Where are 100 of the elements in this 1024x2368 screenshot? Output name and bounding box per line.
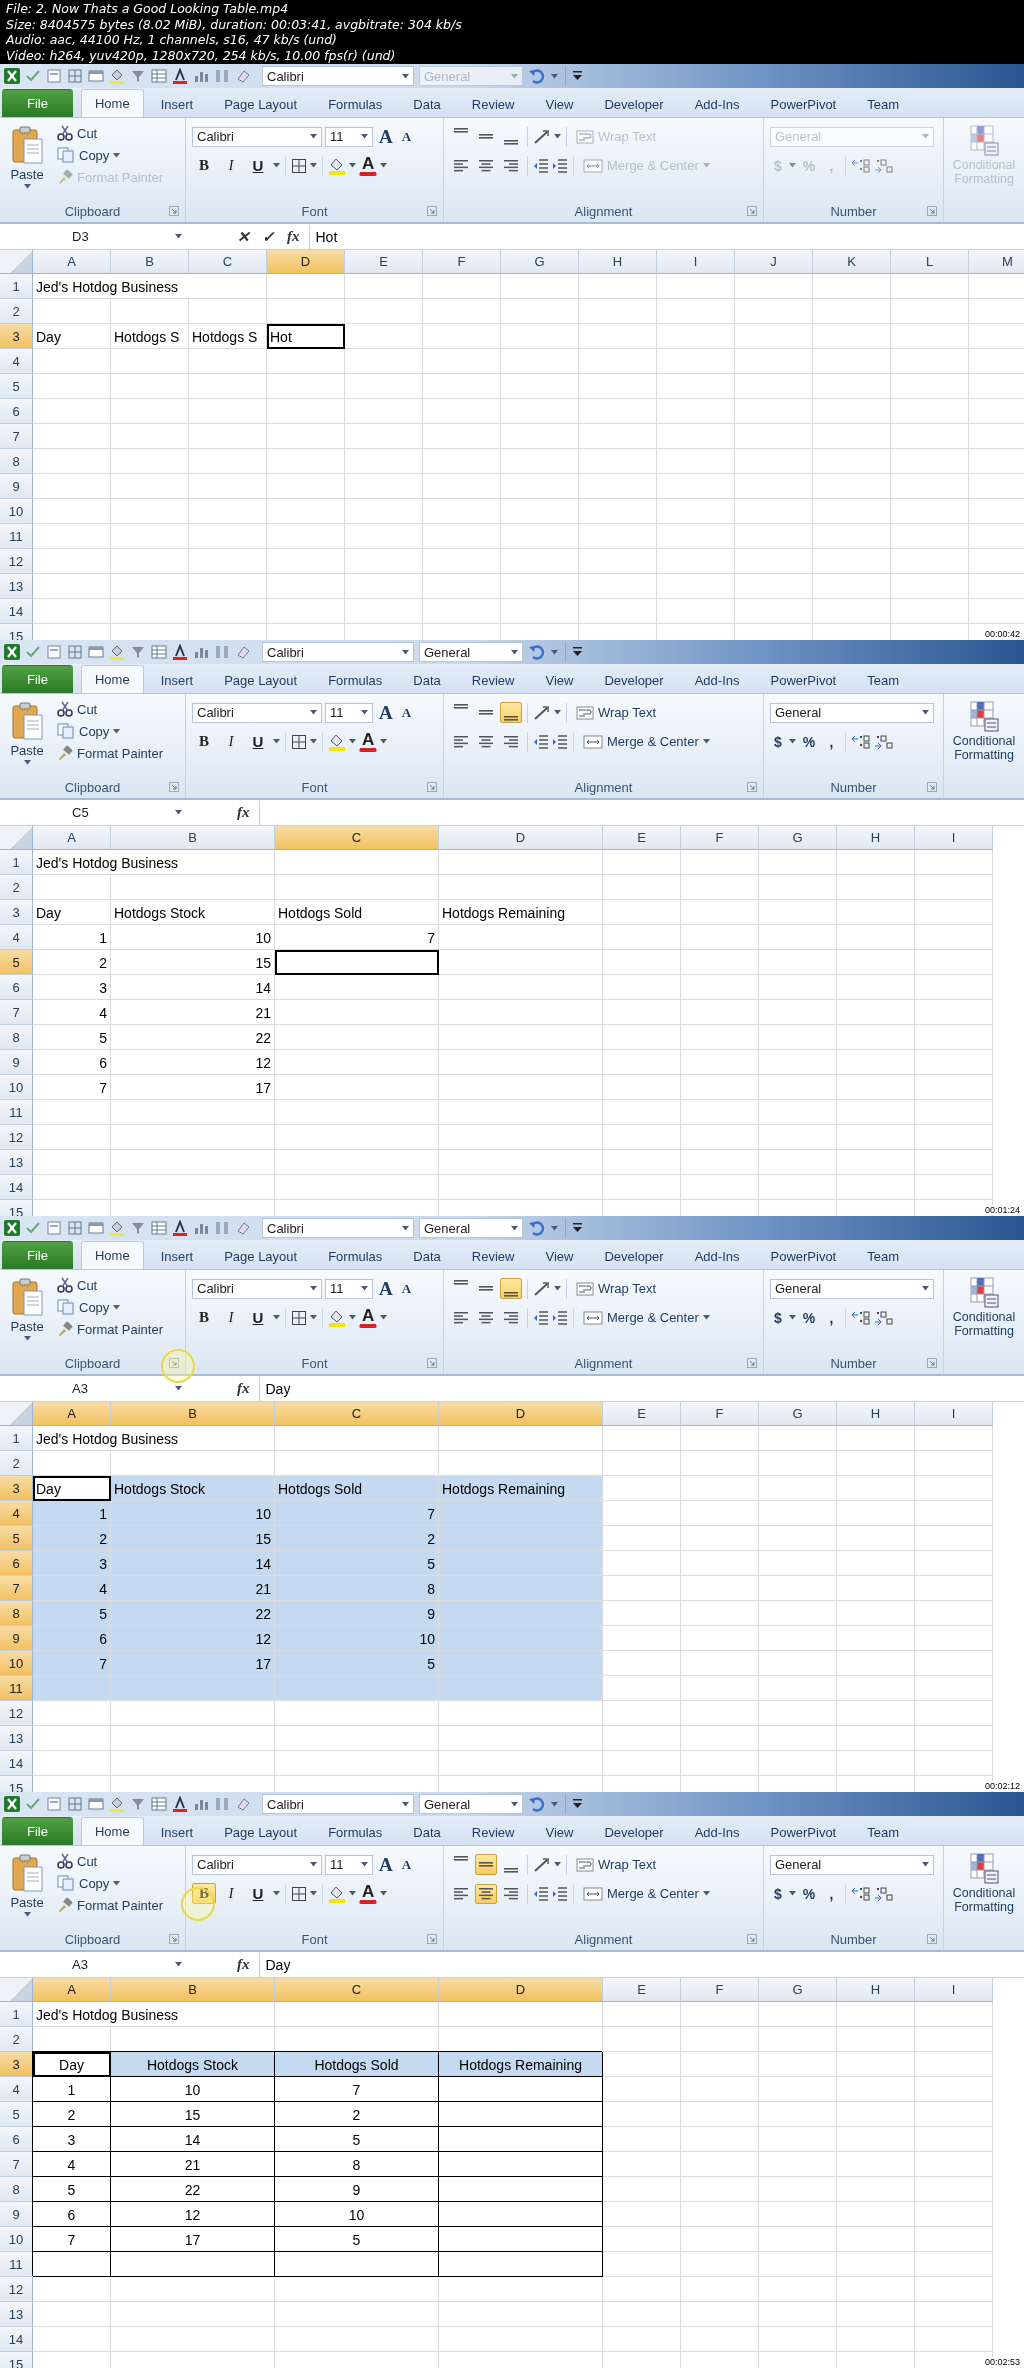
table-icon[interactable]	[151, 68, 167, 84]
formula-input[interactable]: Day	[258, 1952, 1024, 1977]
funnel-icon[interactable]	[130, 68, 146, 84]
column-header[interactable]: H	[837, 1402, 915, 1426]
ribbon-tab[interactable]: Add-Ins	[680, 91, 754, 117]
row-header[interactable]: 13	[0, 1150, 33, 1175]
row-header[interactable]: 6	[0, 975, 33, 1000]
ribbon-tab[interactable]: Team	[853, 1243, 914, 1269]
fill-bucket-icon[interactable]	[109, 68, 125, 84]
row-header[interactable]: 9	[0, 1626, 33, 1651]
caret-icon[interactable]	[511, 1225, 518, 1231]
caret-icon[interactable]	[551, 649, 558, 655]
decimal-decrease-icon[interactable]	[874, 1309, 895, 1326]
caret-icon[interactable]	[922, 710, 929, 715]
funnel-icon[interactable]	[130, 1796, 146, 1812]
launcher-icon[interactable]	[169, 206, 179, 216]
comma-button[interactable]: ,	[822, 1884, 841, 1903]
caret-icon[interactable]	[788, 739, 796, 744]
ribbon-tab[interactable]: Review	[457, 1819, 529, 1845]
row-header[interactable]: 11	[0, 1676, 33, 1701]
row-header[interactable]: 13	[0, 2302, 33, 2327]
border-grid-icon[interactable]	[291, 1309, 307, 1326]
ribbon-tab[interactable]: Developer	[590, 1819, 678, 1845]
column-header[interactable]: I	[657, 250, 735, 274]
caret-icon[interactable]	[273, 1891, 280, 1896]
checkmark-icon[interactable]	[25, 1220, 41, 1236]
column-header[interactable]: E	[345, 250, 423, 274]
shrink-font-button[interactable]: A	[398, 703, 415, 722]
paste-button[interactable]: Paste	[6, 123, 48, 200]
caret-icon[interactable]	[380, 1315, 388, 1320]
column-header[interactable]: H	[579, 250, 657, 274]
caret-icon[interactable]	[113, 1880, 121, 1886]
conditional-formatting-button[interactable]: Conditional Formatting	[946, 1274, 1022, 1340]
row-header[interactable]: 12	[0, 549, 33, 574]
row-header[interactable]: 2	[0, 2027, 33, 2052]
row-header[interactable]: 12	[0, 2277, 33, 2302]
caret-icon[interactable]	[310, 1286, 317, 1291]
ribbon-tab[interactable]: Add-Ins	[680, 667, 754, 693]
format-toggle-button[interactable]: U	[246, 731, 270, 752]
row-header[interactable]: 1	[0, 2002, 33, 2027]
caret-icon[interactable]	[273, 163, 280, 168]
caret-icon[interactable]	[554, 1862, 561, 1867]
ribbon-tab[interactable]: Insert	[146, 91, 208, 117]
ribbon-tab[interactable]: Page Layout	[210, 1819, 312, 1845]
caret-icon[interactable]	[551, 1801, 558, 1807]
spreadsheet-logo-icon[interactable]	[4, 68, 20, 84]
row-header[interactable]: 10	[0, 1651, 33, 1676]
spreadsheet-logo-icon[interactable]	[4, 644, 20, 660]
format-toggle-button[interactable]: I	[219, 1307, 243, 1328]
ribbon-tab[interactable]: Home	[80, 1241, 144, 1269]
row-header[interactable]: 8	[0, 1025, 33, 1050]
format-toggle-button[interactable]: B	[192, 1307, 216, 1328]
formula-button[interactable]: fx	[234, 1380, 253, 1397]
caret-icon[interactable]	[273, 1315, 280, 1320]
row-header[interactable]: 14	[0, 599, 33, 624]
fill-bucket-icon[interactable]	[328, 1308, 346, 1327]
font-name-dropdown[interactable]: Calibri	[192, 702, 322, 723]
launcher-icon[interactable]	[747, 1358, 757, 1368]
format-toggle-button[interactable]: U	[246, 1307, 270, 1328]
caret-icon[interactable]	[402, 649, 409, 655]
column-header[interactable]: M	[969, 250, 1024, 274]
column-header[interactable]: F	[681, 1402, 759, 1426]
row-header[interactable]: 3	[0, 1476, 33, 1501]
font-size-dropdown[interactable]: 11	[325, 126, 373, 147]
row-header[interactable]: 7	[0, 424, 33, 449]
undo-icon[interactable]	[528, 1796, 546, 1812]
ribbon-tab[interactable]: View	[531, 667, 588, 693]
row-header[interactable]: 13	[0, 574, 33, 599]
column-header[interactable]: I	[915, 1978, 993, 2002]
font-dropdown[interactable]: Calibri	[262, 66, 414, 86]
ribbon-tab[interactable]: Page Layout	[210, 91, 312, 117]
scissors-icon[interactable]	[57, 125, 73, 141]
format-painter-button[interactable]: Format Painter	[53, 743, 167, 763]
eraser-icon[interactable]	[235, 68, 251, 84]
caret-icon[interactable]	[175, 1386, 182, 1391]
column-header[interactable]: D	[267, 250, 345, 274]
column-header[interactable]: E	[603, 1402, 681, 1426]
paste-button[interactable]: Paste	[6, 1275, 48, 1352]
formula-button[interactable]: fx	[284, 228, 303, 245]
ribbon-tab[interactable]: Data	[399, 1819, 455, 1845]
ribbon-tab[interactable]: Data	[399, 667, 455, 693]
formula-button[interactable]: fx	[234, 1956, 253, 1973]
ribbon-tab[interactable]: Home	[80, 1817, 144, 1845]
caret-icon[interactable]	[349, 1891, 356, 1896]
number-format-dropdown[interactable]: General	[419, 1794, 523, 1814]
cut-button[interactable]: Cut	[53, 1275, 167, 1295]
launcher-icon[interactable]	[427, 782, 437, 792]
row-header[interactable]: 7	[0, 1576, 33, 1601]
caret-icon[interactable]	[113, 728, 121, 734]
ribbon-tab[interactable]: File	[2, 1817, 73, 1845]
caret-icon[interactable]	[788, 1891, 796, 1896]
column-header[interactable]: D	[439, 1402, 603, 1426]
undo-icon[interactable]	[528, 644, 546, 660]
ribbon-tab[interactable]: File	[2, 1241, 73, 1269]
row-header[interactable]: 8	[0, 449, 33, 474]
ribbon-tab[interactable]: Home	[80, 89, 144, 117]
row-header[interactable]: 1	[0, 850, 33, 875]
color-bar-icon[interactable]	[172, 68, 188, 84]
caret-icon[interactable]	[310, 1862, 317, 1867]
row-header[interactable]: 11	[0, 1100, 33, 1125]
